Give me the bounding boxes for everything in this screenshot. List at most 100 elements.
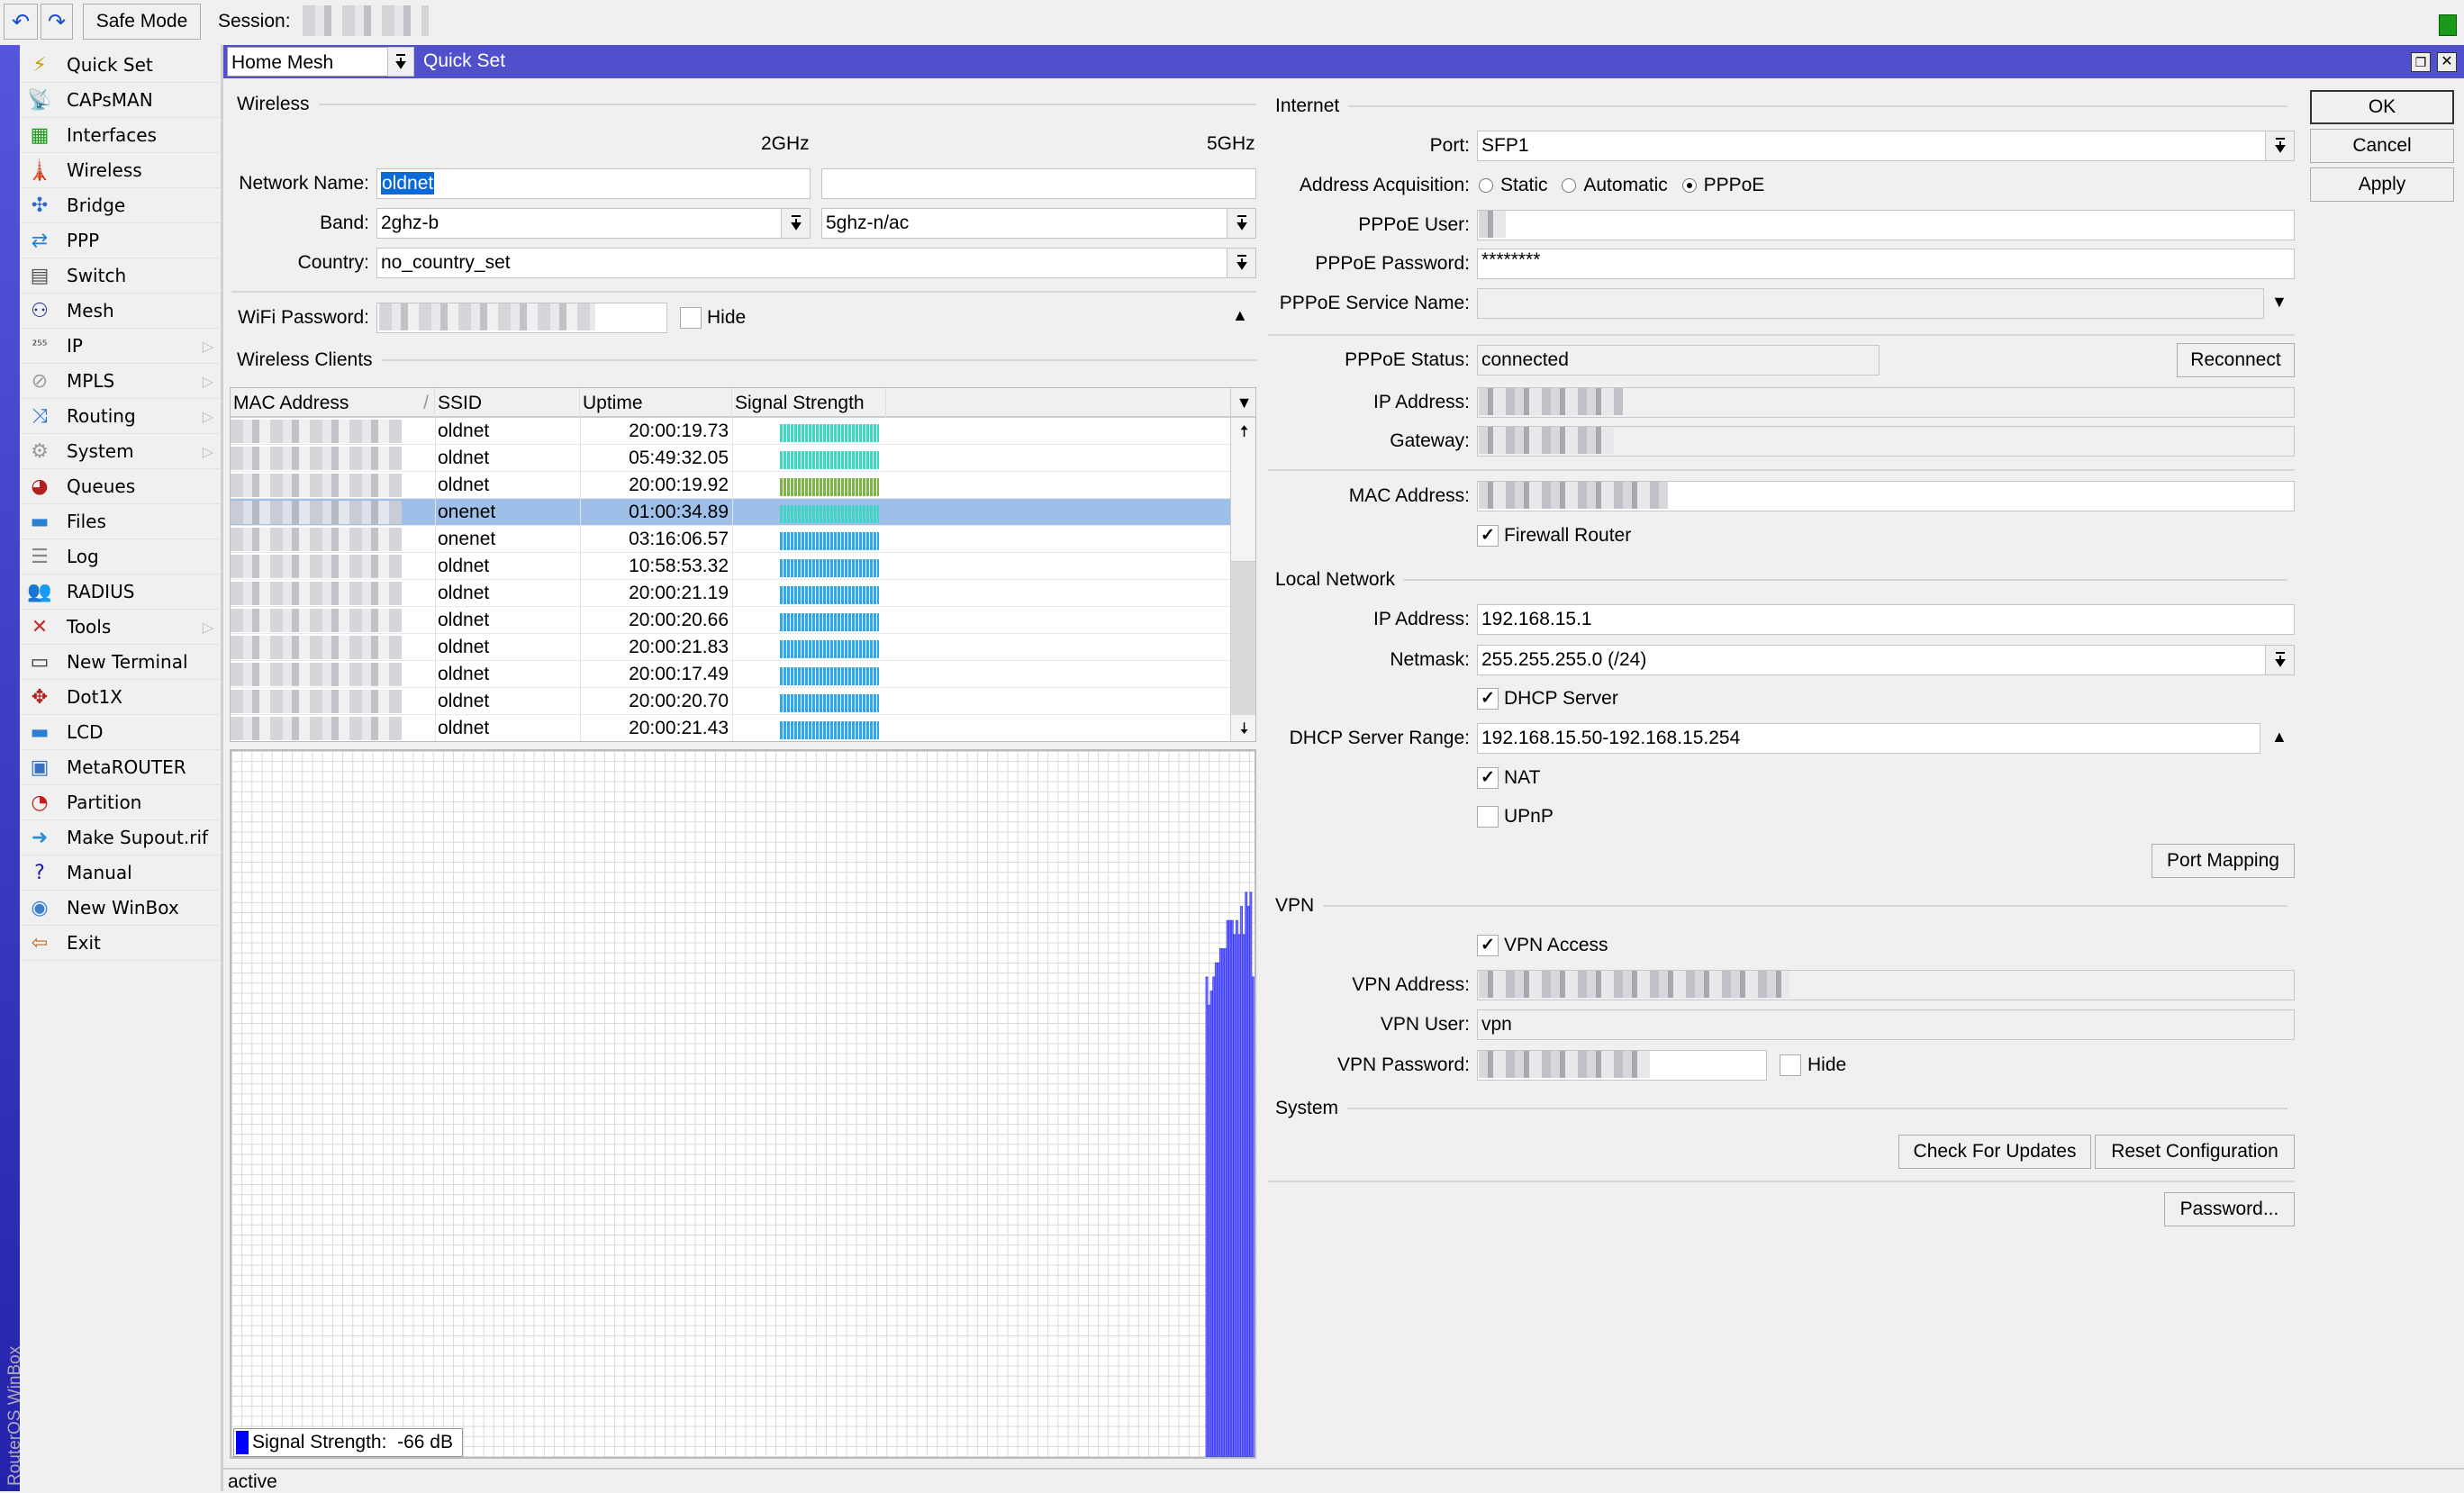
table-row[interactable]: oldnet 20:00:17.49 <box>231 661 1230 688</box>
vpn-hide-checkbox[interactable] <box>1780 1054 1801 1076</box>
sidebar-item-lcd[interactable]: ▬ LCD <box>22 715 221 750</box>
ok-button[interactable]: OK <box>2310 90 2454 124</box>
radio-static[interactable] <box>1479 178 1493 194</box>
lcd-icon: ▬ <box>30 720 50 744</box>
sidebar-item-metarouter[interactable]: ▣ MetaROUTER <box>22 750 221 785</box>
apply-button[interactable]: Apply <box>2310 167 2454 202</box>
sidebar-item-mpls[interactable]: ⊘ MPLS ▷ <box>22 364 221 399</box>
cell-uptime: 20:00:21.43 <box>629 718 729 738</box>
safe-mode-button[interactable]: Safe Mode <box>83 4 201 40</box>
collapse-up-icon[interactable]: ▲ <box>1232 306 1248 325</box>
sidebar-item-new-terminal[interactable]: ▭ New Terminal <box>22 645 221 680</box>
lan-ip-input[interactable]: 192.168.15.1 <box>1477 604 2295 635</box>
reset-configuration-button[interactable]: Reset Configuration <box>2095 1135 2295 1169</box>
sidebar-item-tools[interactable]: ✕ Tools ▷ <box>22 610 221 645</box>
column-header-uptime[interactable]: Uptime <box>580 388 732 418</box>
country-dropdown[interactable] <box>1227 248 1256 278</box>
restore-window-button[interactable]: ❐ <box>2411 52 2431 72</box>
sidebar-item-system[interactable]: ⚙ System ▷ <box>22 434 221 469</box>
band-2g-dropdown[interactable] <box>781 208 811 239</box>
pppoe-user-input[interactable] <box>1477 210 2295 240</box>
dhcp-server-checkbox[interactable]: ✓ <box>1477 688 1499 710</box>
table-row[interactable]: oldnet 20:00:19.73 <box>231 418 1230 445</box>
port-mapping-button[interactable]: Port Mapping <box>2151 844 2295 878</box>
dhcp-range-collapse-icon[interactable]: ▲ <box>2271 728 2287 746</box>
vpn-access-checkbox[interactable]: ✓ <box>1477 935 1499 956</box>
mac-address-input[interactable] <box>1477 481 2295 511</box>
wifi-hide-checkbox[interactable] <box>680 307 702 329</box>
sidebar-item-manual[interactable]: ? Manual <box>22 855 221 891</box>
service-name-input[interactable] <box>1477 288 2264 319</box>
sidebar-item-dot1x[interactable]: ✥ Dot1X <box>22 680 221 715</box>
redo-button[interactable]: ↷ <box>41 4 73 40</box>
sidebar-item-routing[interactable]: ⤨ Routing ▷ <box>22 399 221 434</box>
sidebar-item-exit[interactable]: ⇦ Exit <box>22 926 221 961</box>
table-row[interactable]: oldnet 10:58:53.32 <box>231 553 1230 580</box>
cancel-button[interactable]: Cancel <box>2310 129 2454 163</box>
check-updates-button[interactable]: Check For Updates <box>1898 1135 2091 1169</box>
signal-strength-bar <box>780 721 879 739</box>
sidebar-item-radius[interactable]: 👥 RADIUS <box>22 575 221 610</box>
sidebar-item-queues[interactable]: ◕ Queues <box>22 469 221 504</box>
signal-bar <box>1245 891 1248 1457</box>
radio-automatic[interactable] <box>1562 178 1577 194</box>
band-5g-dropdown[interactable] <box>1227 208 1256 239</box>
netmask-dropdown[interactable] <box>2265 645 2295 675</box>
table-scrollbar[interactable]: 🠅 🠇 <box>1230 418 1255 741</box>
network-name-5g-input[interactable] <box>821 168 1256 199</box>
password-button[interactable]: Password... <box>2164 1192 2295 1226</box>
scroll-up-icon[interactable]: 🠅 <box>1231 418 1255 445</box>
column-chooser-icon[interactable]: ▼ <box>1230 388 1255 418</box>
sidebar-item-partition[interactable]: ◔ Partition <box>22 785 221 820</box>
upnp-checkbox[interactable] <box>1477 806 1499 828</box>
cell-ssid: oldnet <box>438 583 490 603</box>
signal-bar <box>1212 976 1216 1457</box>
table-row[interactable]: oldnet 05:49:32.05 <box>231 445 1230 472</box>
reconnect-button[interactable]: Reconnect <box>2177 343 2295 377</box>
cell-ssid: oldnet <box>438 718 490 738</box>
sidebar-item-files[interactable]: ▬ Files <box>22 504 221 539</box>
pppoe-password-input[interactable]: ******** <box>1477 249 2295 279</box>
radio-pppoe[interactable] <box>1681 178 1697 194</box>
sidebar-item-label: RADIUS <box>67 581 135 602</box>
band-5g-select[interactable]: 5ghz-n/ac <box>821 208 1227 239</box>
column-header-mac[interactable]: MAC Address / <box>231 388 435 418</box>
sidebar-item-capsman[interactable]: 📡 CAPsMAN <box>22 83 221 118</box>
sidebar-item-log[interactable]: ☰ Log <box>22 539 221 575</box>
sidebar-item-make-supout-rif[interactable]: ➜ Make Supout.rif <box>22 820 221 855</box>
undo-button[interactable]: ↶ <box>4 4 38 40</box>
table-row[interactable]: onenet 03:16:06.57 <box>231 526 1230 553</box>
network-name-2g-input[interactable]: oldnet <box>376 168 811 199</box>
mac-address-redacted <box>231 663 402 686</box>
column-2ghz: 2GHz <box>761 133 810 154</box>
vpn-password-input[interactable] <box>1477 1050 1767 1081</box>
firewall-router-checkbox[interactable]: ✓ <box>1477 525 1499 547</box>
mode-select-dropdown[interactable] <box>387 47 414 77</box>
country-select[interactable]: no_country_set <box>376 248 1227 278</box>
sidebar-item-quick-set[interactable]: ⚡ Quick Set <box>22 48 221 83</box>
table-row[interactable]: oldnet 20:00:20.70 <box>231 688 1230 715</box>
table-row[interactable]: oldnet 20:00:21.43 <box>231 715 1230 741</box>
mode-select[interactable]: Home Mesh <box>227 47 414 77</box>
sidebar-item-interfaces[interactable]: ▦ Interfaces <box>22 118 221 153</box>
table-row[interactable]: oldnet 20:00:20.66 <box>231 607 1230 634</box>
nat-checkbox[interactable]: ✓ <box>1477 767 1499 789</box>
wifi-password-input[interactable] <box>376 303 667 333</box>
close-window-button[interactable]: ✕ <box>2437 52 2457 72</box>
port-dropdown[interactable] <box>2265 131 2295 161</box>
table-row[interactable]: oldnet 20:00:21.19 <box>231 580 1230 607</box>
service-name-dropdown-icon[interactable]: ▼ <box>2271 293 2287 312</box>
table-row[interactable]: onenet 01:00:34.89 <box>231 499 1230 526</box>
table-row[interactable]: oldnet 20:00:21.83 <box>231 634 1230 661</box>
band-2g-select[interactable]: 2ghz-b <box>376 208 782 239</box>
sidebar-item-new-winbox[interactable]: ◉ New WinBox <box>22 891 221 926</box>
table-row[interactable]: oldnet 20:00:19.92 <box>231 472 1230 499</box>
dhcp-range-input[interactable]: 192.168.15.50-192.168.15.254 <box>1477 723 2260 754</box>
netmask-select[interactable]: 255.255.255.0 (/24) <box>1477 645 2266 675</box>
scroll-down-icon[interactable]: 🠇 <box>1231 715 1255 741</box>
port-select[interactable]: SFP1 <box>1477 131 2266 161</box>
column-header-signal[interactable]: Signal Strength <box>732 388 886 418</box>
column-header-ssid[interactable]: SSID <box>435 388 580 418</box>
sidebar-item-ip[interactable]: ²⁵⁵ IP ▷ <box>22 329 221 364</box>
scroll-thumb[interactable] <box>1231 445 1255 562</box>
